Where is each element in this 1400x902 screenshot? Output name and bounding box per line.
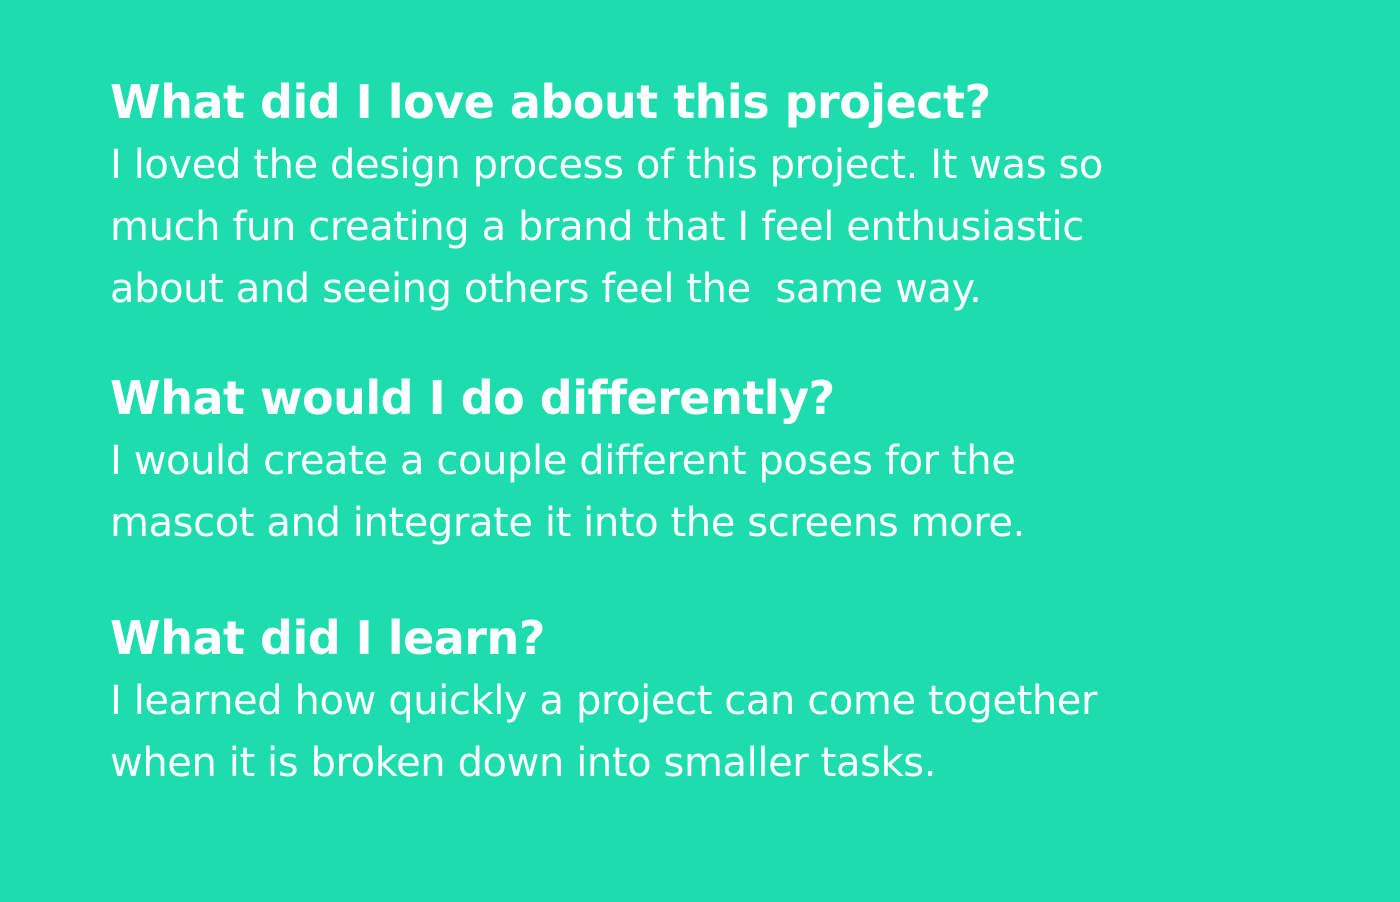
body-line: I learned how quickly a project can come… [110,678,1098,724]
body-line: about and seeing others feel the same wa… [110,266,982,312]
section-learned: What did I learn? I learned how quickly … [110,606,1350,794]
section-heading: What did I learn? [110,611,545,665]
body-line: when it is broken down into smaller task… [110,740,937,786]
body-line: mascot and integrate it into the screens… [110,500,1025,546]
section-heading: What did I love about this project? [110,75,991,129]
section-heading: What would I do differently? [110,371,835,425]
section-body: I would create a couple different poses … [110,430,1350,554]
section-body: I loved the design process of this proje… [110,134,1350,320]
body-line: I loved the design process of this proje… [110,142,1103,188]
body-line: I would create a couple different poses … [110,438,1016,484]
section-body: I learned how quickly a project can come… [110,670,1350,794]
section-love: What did I love about this project? I lo… [110,70,1350,320]
section-differently: What would I do differently? I would cre… [110,366,1350,554]
reflection-page: What did I love about this project? I lo… [0,0,1400,902]
body-line: much fun creating a brand that I feel en… [110,204,1084,250]
